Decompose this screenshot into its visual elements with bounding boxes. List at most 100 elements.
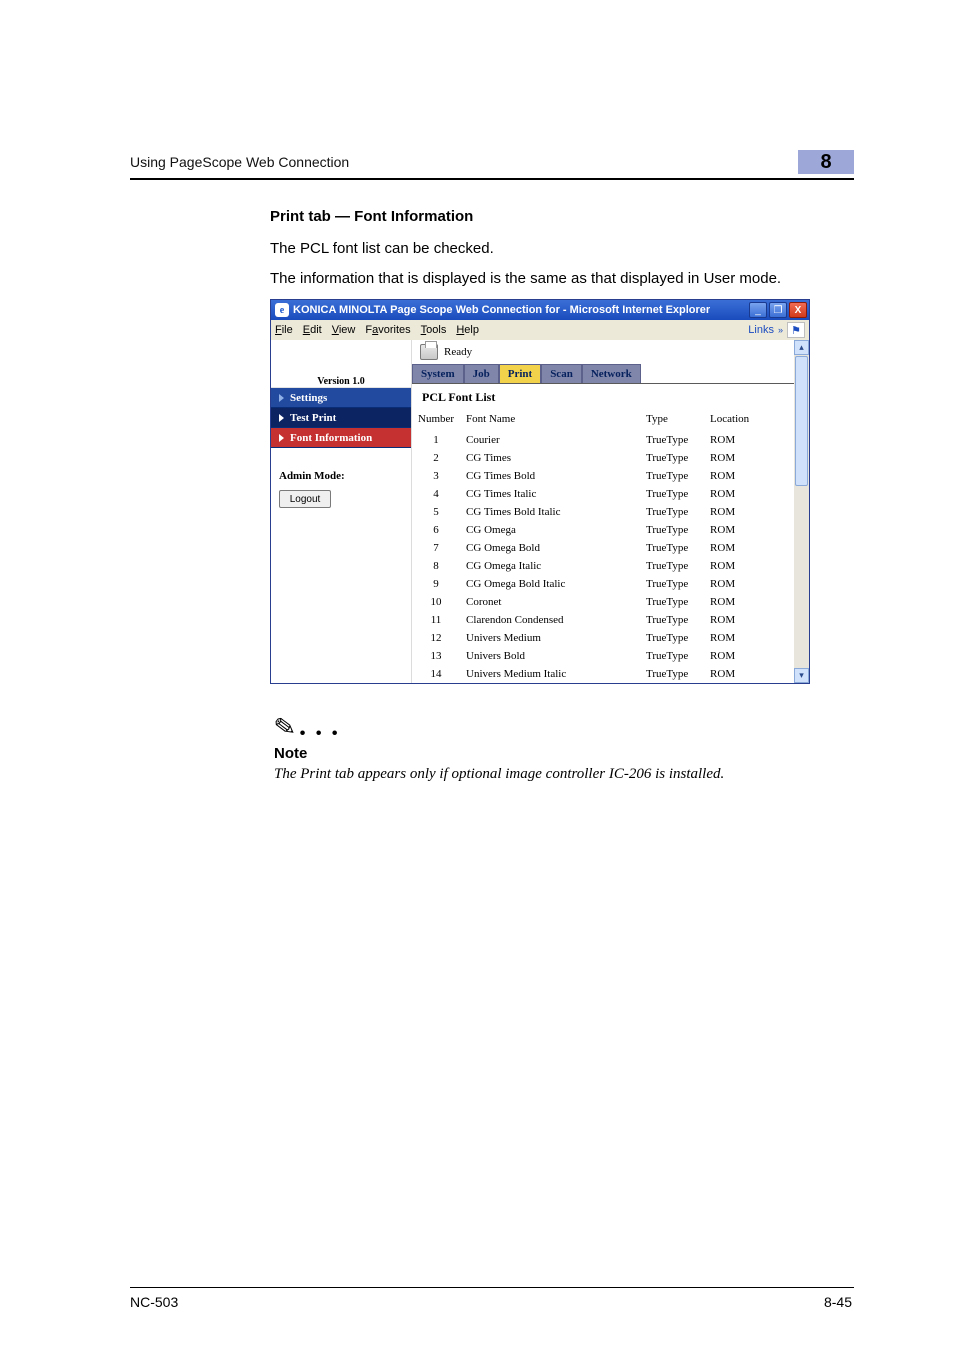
tab-print[interactable]: Print xyxy=(499,364,541,383)
ie-throbber-icon: ⚑ xyxy=(787,322,805,338)
cell-fontname: CG Omega Italic xyxy=(460,557,640,575)
cell-fontname: Univers Medium Italic xyxy=(460,665,640,683)
window-title: KONICA MINOLTA Page Scope Web Connection… xyxy=(293,304,749,316)
cell-type: TrueType xyxy=(640,611,704,629)
tab-job[interactable]: Job xyxy=(464,364,499,383)
table-row: 3CG Times BoldTrueTypeROM xyxy=(412,467,809,485)
cell-number: 10 xyxy=(412,593,460,611)
menu-file[interactable]: File xyxy=(275,324,293,336)
cell-number: 11 xyxy=(412,611,460,629)
sidebar-item-label: Test Print xyxy=(290,412,336,424)
table-row: 4CG Times ItalicTrueTypeROM xyxy=(412,485,809,503)
maximize-button[interactable]: ❐ xyxy=(769,302,787,318)
triangle-icon xyxy=(279,414,284,422)
menu-edit[interactable]: Edit xyxy=(303,324,322,336)
section-title: Print tab — Font Information xyxy=(270,208,844,225)
sidebar-item-testprint[interactable]: Test Print xyxy=(271,408,411,428)
close-button[interactable]: X xyxy=(789,302,807,318)
cell-fontname: CG Omega Bold xyxy=(460,539,640,557)
cell-number: 5 xyxy=(412,503,460,521)
tab-scan[interactable]: Scan xyxy=(541,364,582,383)
cell-type: TrueType xyxy=(640,575,704,593)
note-label: Note xyxy=(274,745,844,762)
cell-fontname: CG Times xyxy=(460,449,640,467)
printer-icon xyxy=(420,344,438,360)
cell-fontname: CG Omega Bold Italic xyxy=(460,575,640,593)
cell-type: TrueType xyxy=(640,593,704,611)
footer-rule xyxy=(130,1287,854,1289)
table-row: 14Univers Medium ItalicTrueTypeROM xyxy=(412,665,809,683)
scroll-track[interactable] xyxy=(794,355,809,668)
cell-type: TrueType xyxy=(640,503,704,521)
panel-title: PCL Font List xyxy=(412,384,809,411)
font-list-table: Number Font Name Type Location 1CourierT… xyxy=(412,411,809,683)
sidebar-item-fontinfo[interactable]: Font Information xyxy=(271,428,411,448)
triangle-icon xyxy=(279,434,284,442)
menu-view[interactable]: View xyxy=(332,324,356,336)
chapter-badge: 8 xyxy=(798,150,854,174)
cell-fontname: CG Times Italic xyxy=(460,485,640,503)
table-row: 12Univers MediumTrueTypeROM xyxy=(412,629,809,647)
version-banner: Version 1.0 xyxy=(271,340,411,388)
footer-right: 8-45 xyxy=(824,1294,852,1310)
status-text: Ready xyxy=(444,346,472,358)
cell-type: TrueType xyxy=(640,449,704,467)
cell-type: TrueType xyxy=(640,521,704,539)
tab-system[interactable]: System xyxy=(412,364,464,383)
note-block: ✎ • • • Note The Print tab appears only … xyxy=(270,712,844,783)
col-number: Number xyxy=(412,411,460,431)
table-row: 5CG Times Bold ItalicTrueTypeROM xyxy=(412,503,809,521)
cell-number: 4 xyxy=(412,485,460,503)
pencil-icon: ✎ xyxy=(272,711,298,745)
cell-type: TrueType xyxy=(640,647,704,665)
note-text: The Print tab appears only if optional i… xyxy=(274,766,844,783)
logout-button[interactable]: Logout xyxy=(279,490,331,508)
vertical-scrollbar[interactable]: ▴ ▾ xyxy=(794,340,809,683)
table-row: 7CG Omega BoldTrueTypeROM xyxy=(412,539,809,557)
ie-icon: e xyxy=(275,303,289,317)
table-row: 1CourierTrueTypeROM xyxy=(412,431,809,449)
cell-number: 6 xyxy=(412,521,460,539)
sidebar-item-label: Settings xyxy=(290,392,327,404)
cell-fontname: Univers Bold xyxy=(460,647,640,665)
menu-bar: File Edit View Favorites Tools Help Link… xyxy=(271,320,809,340)
paragraph: The PCL font list can be checked. xyxy=(270,239,844,259)
sidebar-item-label: Font Information xyxy=(290,432,372,444)
cell-type: TrueType xyxy=(640,431,704,449)
footer-left: NC-503 xyxy=(130,1294,178,1310)
table-row: 10CoronetTrueTypeROM xyxy=(412,593,809,611)
cell-fontname: Univers Medium xyxy=(460,629,640,647)
paragraph: The information that is displayed is the… xyxy=(270,269,844,289)
minimize-button[interactable]: _ xyxy=(749,302,767,318)
header-rule xyxy=(130,178,854,180)
cell-number: 3 xyxy=(412,467,460,485)
cell-number: 8 xyxy=(412,557,460,575)
menu-fav[interactable]: Favorites xyxy=(365,324,410,336)
menu-tools[interactable]: Tools xyxy=(421,324,447,336)
table-row: 9CG Omega Bold ItalicTrueTypeROM xyxy=(412,575,809,593)
table-row: 2CG TimesTrueTypeROM xyxy=(412,449,809,467)
scroll-down-icon[interactable]: ▾ xyxy=(794,668,809,683)
table-row: 6CG OmegaTrueTypeROM xyxy=(412,521,809,539)
menu-help[interactable]: Help xyxy=(456,324,479,336)
cell-type: TrueType xyxy=(640,557,704,575)
cell-type: TrueType xyxy=(640,485,704,503)
cell-type: TrueType xyxy=(640,539,704,557)
scroll-thumb[interactable] xyxy=(795,356,808,486)
cell-type: TrueType xyxy=(640,467,704,485)
scroll-up-icon[interactable]: ▴ xyxy=(794,340,809,355)
cell-fontname: Courier xyxy=(460,431,640,449)
tab-network[interactable]: Network xyxy=(582,364,641,383)
cell-fontname: CG Times Bold Italic xyxy=(460,503,640,521)
cell-number: 9 xyxy=(412,575,460,593)
tabs-row: System Job Print Scan Network xyxy=(412,364,809,384)
links-label[interactable]: Links xyxy=(748,324,774,336)
cell-type: TrueType xyxy=(640,665,704,683)
cell-number: 7 xyxy=(412,539,460,557)
sidebar-item-settings[interactable]: Settings xyxy=(271,388,411,408)
cell-fontname: Coronet xyxy=(460,593,640,611)
chevron-icon[interactable]: » xyxy=(778,325,783,335)
content-panel: Ready System Job Print Scan Network PCL … xyxy=(411,340,809,683)
cell-number: 12 xyxy=(412,629,460,647)
cell-fontname: Clarendon Condensed xyxy=(460,611,640,629)
